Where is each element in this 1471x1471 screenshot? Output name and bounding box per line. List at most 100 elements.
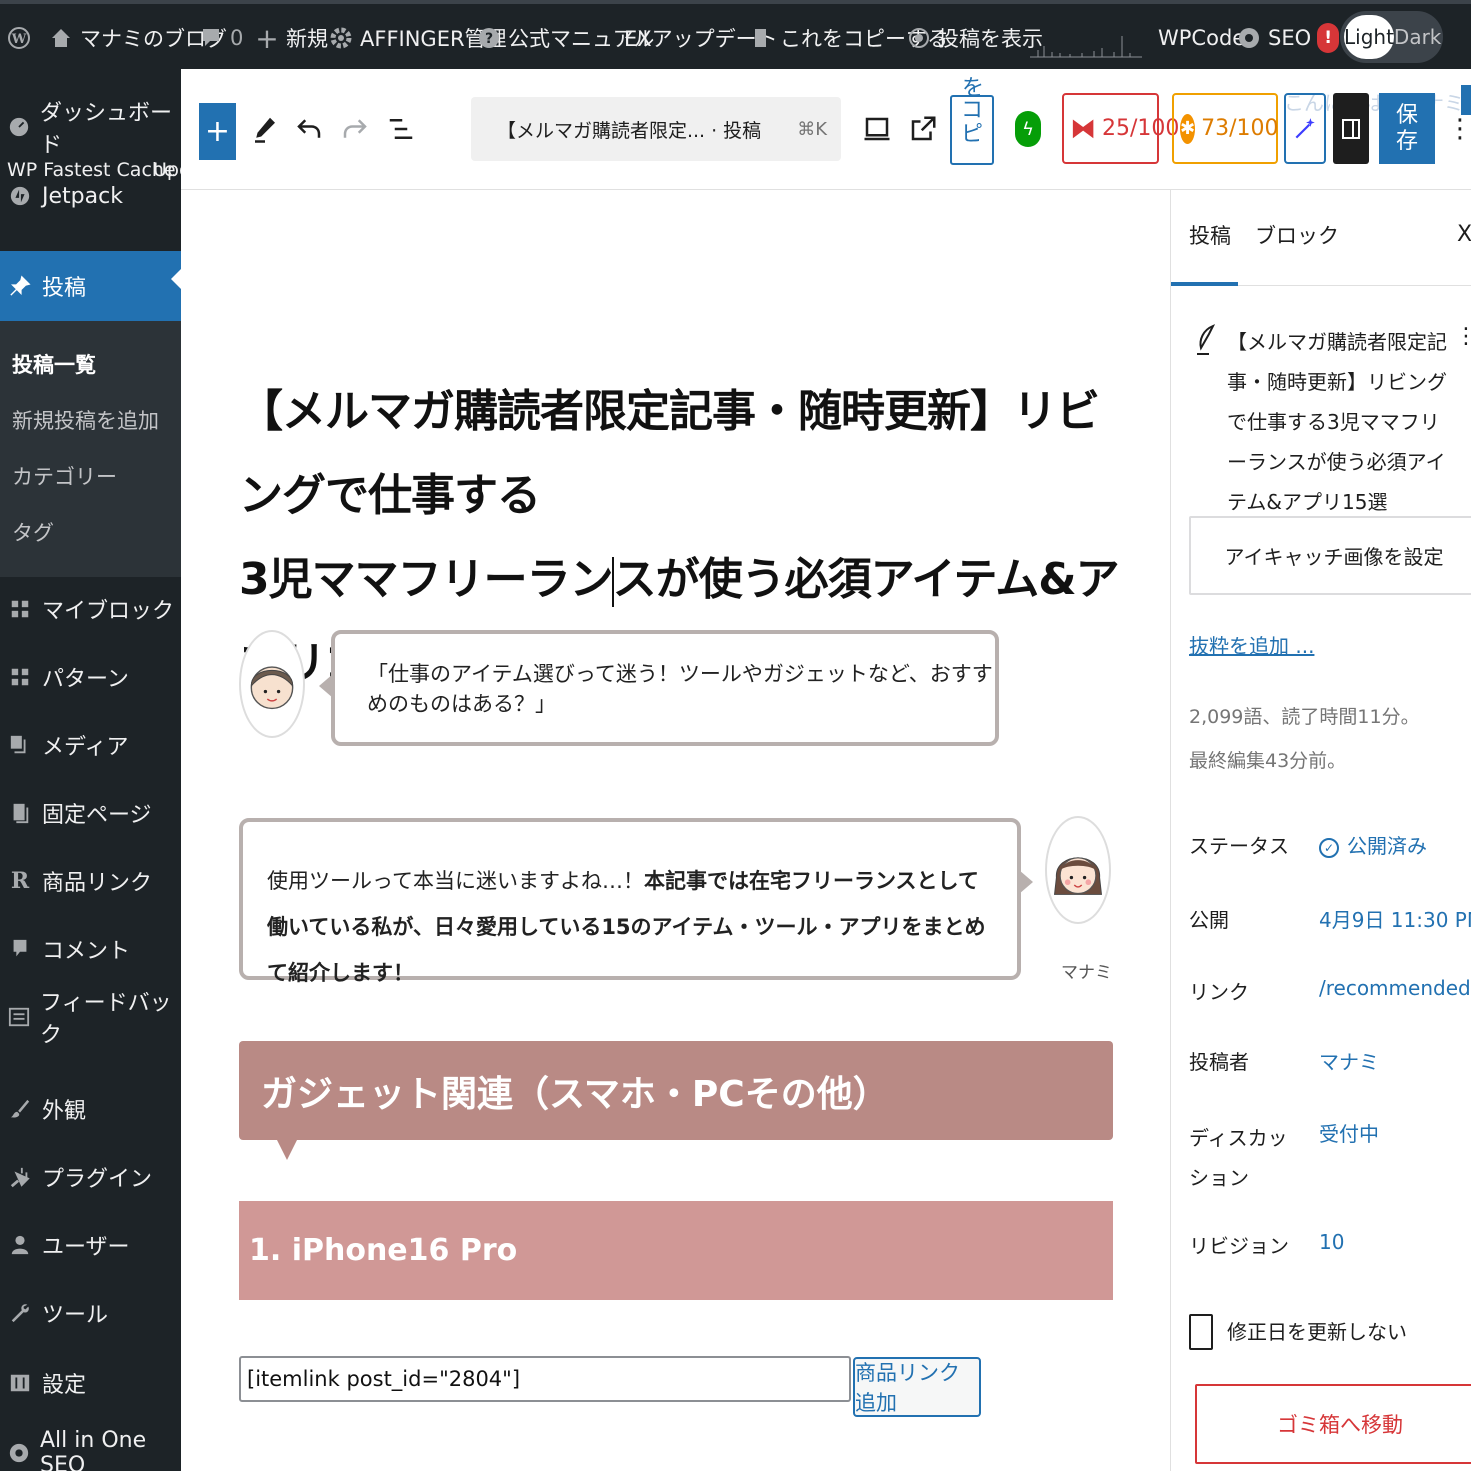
sidebar-item-plugins[interactable]: プラグイン [0, 1149, 181, 1205]
command-palette-bar[interactable]: 【メルマガ購読者限定... · 投稿 ⌘K [471, 97, 841, 161]
submenu-add-new[interactable]: 新規投稿を追加 [12, 405, 159, 435]
comments-link[interactable]: 0 [198, 20, 243, 56]
options-menu-button[interactable]: ⋮ [1447, 109, 1471, 149]
grid-icon [8, 597, 32, 621]
external-link-icon [911, 116, 936, 141]
sidebar-item-label: 固定ページ [42, 803, 152, 828]
updraft-label[interactable]: Upd [153, 159, 181, 181]
tab-post[interactable]: 投稿 [1189, 220, 1231, 250]
svg-text:?: ? [485, 31, 493, 47]
settings-panel-toggle[interactable] [1333, 93, 1369, 164]
discussion-label: ディスカッション [1189, 1126, 1288, 1190]
revisions-value[interactable]: 10 [1319, 1230, 1344, 1254]
document-overview-button[interactable] [383, 109, 419, 149]
submenu-all-posts[interactable]: 投稿一覧 [12, 349, 96, 379]
sidebar-item-feedback[interactable]: フィードバック [0, 989, 181, 1048]
view-post-link[interactable]: 投稿を表示 [906, 20, 1043, 56]
view-post-button[interactable] [905, 109, 941, 149]
sidebar-item-posts[interactable]: 投稿 [0, 251, 181, 321]
seo-link[interactable]: SEO ! [1236, 20, 1340, 56]
sidebar-item-product-links[interactable]: R 商品リンク [0, 853, 181, 909]
move-to-trash-button[interactable]: ゴミ箱へ移動 [1195, 1384, 1471, 1464]
wp-fastest-cache-label[interactable]: WP Fastest Cache [7, 159, 176, 181]
sidebar-item-tools[interactable]: ツール [0, 1285, 181, 1341]
submenu-tags[interactable]: タグ [12, 517, 54, 547]
edit-mode-button[interactable] [247, 109, 283, 149]
sidebar-item-users[interactable]: ユーザー [0, 1217, 181, 1273]
undo-button[interactable] [291, 109, 327, 149]
sidebar-item-label: Jetpack [42, 183, 123, 209]
wordpress-logo-button[interactable]: W [6, 20, 32, 56]
r-icon: R [10, 868, 30, 894]
sidebar-item-settings[interactable]: 設定 [0, 1355, 181, 1411]
author-value[interactable]: マナミ [1319, 1046, 1379, 1075]
submenu-categories[interactable]: カテゴリー [12, 461, 117, 491]
eye-icon [906, 25, 932, 51]
publish-label: 公開 [1189, 908, 1229, 932]
sidebar-item-patterns[interactable]: パターン [0, 649, 181, 705]
post-title-line: 【メルマガ購読者限定記事・随時更新】リビングで仕事する [239, 386, 1100, 521]
document-icon [748, 25, 774, 51]
theme-dark-option[interactable]: Dark [1394, 15, 1441, 59]
add-excerpt-link[interactable]: 抜粋を追加 ... [1189, 630, 1314, 659]
document-type: · 投稿 [711, 119, 762, 142]
sidebar-item-media[interactable]: メディア [0, 717, 181, 773]
sidebar-item-appearance[interactable]: 外観 [0, 1081, 181, 1137]
add-block-button[interactable]: + [199, 103, 236, 160]
save-button[interactable]: 保 存 [1379, 93, 1435, 164]
help-icon: ? [476, 25, 502, 51]
copy-post-button[interactable]: コ ピ [950, 95, 994, 165]
heading-h2[interactable]: ガジェット関連（スマホ・PCその他） [239, 1041, 1113, 1160]
set-featured-image-button[interactable]: アイキャッチ画像を設定 [1189, 516, 1471, 595]
theme-toggle[interactable]: Light Dark [1340, 11, 1443, 63]
speech-bubble-question[interactable]: 「仕事のアイテム選びって迷う！ツールやガジェットなど、おすすめのものはある？」 [319, 630, 999, 746]
add-product-link-button[interactable]: 商品リンク追加 [853, 1357, 981, 1417]
link-label: リンク [1189, 980, 1249, 1004]
grid-icon [8, 665, 32, 689]
tab-block[interactable]: ブロック [1255, 220, 1339, 250]
sidebar-item-label: プラグイン [42, 1167, 153, 1192]
discussion-value[interactable]: 受付中 [1319, 1118, 1379, 1147]
readability-score: 25/100 [1102, 116, 1180, 141]
sidebar-item-label: 外観 [42, 1099, 87, 1124]
wpcode-link[interactable]: WPCode [1158, 20, 1245, 56]
sidebar-item-pages[interactable]: 固定ページ [0, 785, 181, 841]
aioseo-icon [1236, 25, 1262, 51]
readability-score-button[interactable]: ⧓ 25/100 [1062, 93, 1179, 164]
posts-submenu: 投稿一覧 新規投稿を追加 カテゴリー タグ [0, 321, 181, 577]
sidebar-item-label: 商品リンク [42, 871, 153, 896]
heading-h3[interactable]: 1. iPhone16 Pro [239, 1201, 1113, 1300]
close-panel-button[interactable]: X [1457, 222, 1471, 247]
editor-canvas[interactable]: 【メルマガ購読者限定記事・随時更新】リビングで仕事する 3児ママフリーランスが使… [181, 190, 1170, 1471]
ai-assistant-button[interactable] [1284, 93, 1326, 164]
speech-bubble-answer[interactable]: 使用ツールって本当に迷いますよね…！本記事では在宅フリーランスとして働いている私… [239, 818, 1033, 985]
preview-button[interactable] [859, 109, 895, 149]
no-update-date-label: 修正日を更新しない [1227, 1320, 1407, 1344]
sidebar-item-comments[interactable]: コメント [0, 921, 181, 977]
permalink-value[interactable]: /recommended-it... [1319, 976, 1471, 1000]
stats-sparkline[interactable] [1030, 36, 1142, 58]
status-label: ステータス [1189, 834, 1289, 858]
sidebar-item-label: ツール [42, 1303, 109, 1328]
shortcode-input[interactable]: [itemlink post_id="2804"] [239, 1356, 851, 1402]
no-update-date-checkbox[interactable] [1189, 1314, 1213, 1350]
new-label: 新規 [286, 27, 328, 51]
jetpack-button[interactable]: ϟ [1015, 111, 1041, 147]
comments-count: 0 [230, 26, 244, 50]
sidebar-item-dashboard[interactable]: ダッシュボード [0, 99, 181, 158]
status-value[interactable]: ✓ 公開済み [1319, 830, 1427, 859]
sidebar-item-aioseo[interactable]: All in One SEO [0, 1425, 181, 1471]
aioseo-score-button[interactable]: ✱ 73/100 [1172, 93, 1279, 164]
redo-button[interactable] [337, 109, 373, 149]
home-icon [48, 25, 74, 51]
post-actions-menu[interactable]: ⋮ [1455, 324, 1471, 349]
new-content-link[interactable]: + 新規 [254, 20, 328, 56]
plugin-icon [8, 1165, 32, 1189]
admin-bar: W マナミのブログ 0 + 新規 AFFINGER管理 ? 公式マニュアル EX… [0, 0, 1471, 69]
publish-date[interactable]: 4月9日 11:30 PM [1319, 904, 1471, 933]
redo-icon [343, 119, 367, 138]
sidebar-item-my-blocks[interactable]: マイブロック [0, 581, 181, 637]
comment-icon [8, 937, 32, 961]
theme-light-option[interactable]: Light [1344, 15, 1394, 59]
svg-text:W: W [11, 32, 27, 47]
